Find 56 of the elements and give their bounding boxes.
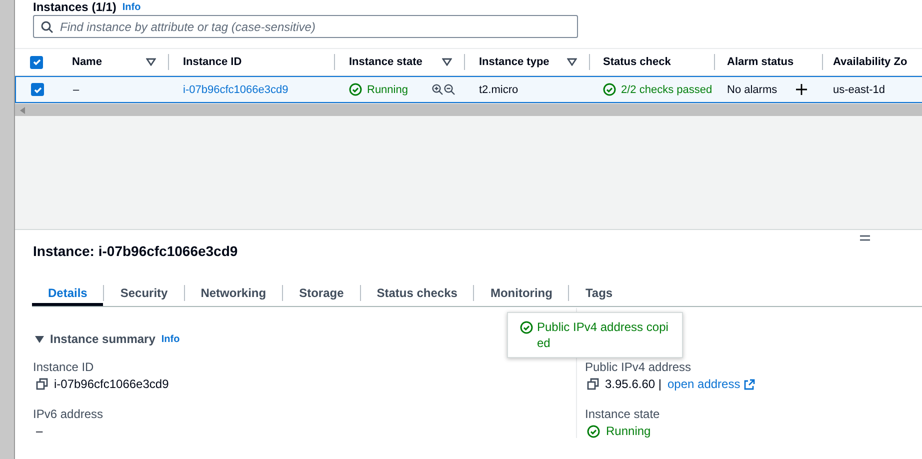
search-field[interactable]: Find instance by attribute or tag (case-sensitive) [33,15,578,38]
open-address-link[interactable]: open address [668,377,740,391]
column-header[interactable]: Availability Zo [833,56,908,68]
column-header[interactable]: Instance type [479,56,550,68]
page-heading: Instances (1/1) [33,0,116,14]
column-header[interactable]: Name [72,56,102,68]
field-value: Running [606,424,651,438]
field-label: Public IPv4 address [585,360,692,374]
tab[interactable]: Storage [283,279,360,306]
copy-icon[interactable] [587,378,599,390]
info-link[interactable]: Info [122,2,141,12]
column-header[interactable]: Instance ID [183,56,242,68]
tab[interactable]: Status checks [360,279,474,306]
field-value: – [36,424,43,438]
column-header[interactable]: Status check [603,56,671,68]
column-header[interactable]: Instance state [349,56,422,68]
tab[interactable]: Tags [569,279,629,306]
field-label: Instance ID [33,360,95,374]
tab[interactable]: Networking [184,279,282,306]
tooltip-text: Public IPv4 address copied [537,319,670,351]
check-circle-icon [349,83,362,96]
checkbox[interactable] [30,56,43,68]
field-value: 3.95.6.60 | [605,377,662,391]
external-link-icon [744,378,756,390]
section-title: Instance summary [50,332,156,346]
info-link[interactable]: Info [161,334,180,344]
zoom-in-icon [432,84,443,95]
table-cell: Running [367,84,408,96]
table-cell: – [73,84,80,96]
table-row[interactable]: – i-07b96cfc1066e3cd9 Running t2.micro 2/2 checks passed No alarms us-east-1d [15,76,922,103]
field-label: Instance state [585,407,661,421]
table-cell: 2/2 checks passed [621,84,712,96]
scroll-left-icon [20,106,25,114]
table-cell: t2.micro [479,84,518,96]
instance-id-link[interactable]: i-07b96cfc1066e3cd9 [183,84,288,96]
check-circle-icon [520,321,533,334]
copy-icon[interactable] [36,378,48,390]
tab[interactable]: Monitoring [474,279,568,306]
checkmark-icon [32,84,42,94]
table-cell: No alarms [727,84,778,96]
panel-title: Instance: i-07b96cfc1066e3cd9 [33,243,239,259]
caret-down-icon[interactable] [35,334,44,344]
horizontal-scrollbar[interactable] [15,103,922,116]
check-circle-icon [603,83,616,96]
field-value: i-07b96cfc1066e3cd9 [54,377,169,391]
drag-handle-icon [860,235,870,241]
checkbox[interactable] [31,83,44,96]
table-cell: us-east-1d [833,84,885,96]
column-header[interactable]: Alarm status [727,56,794,68]
zoom-out-icon [444,84,455,95]
checkmark-icon [32,57,42,67]
plus-icon [796,84,808,95]
tab[interactable]: Details [32,279,104,306]
check-circle-icon [587,424,600,438]
field-label: IPv6 address [33,407,104,421]
tab[interactable]: Security [104,279,184,306]
